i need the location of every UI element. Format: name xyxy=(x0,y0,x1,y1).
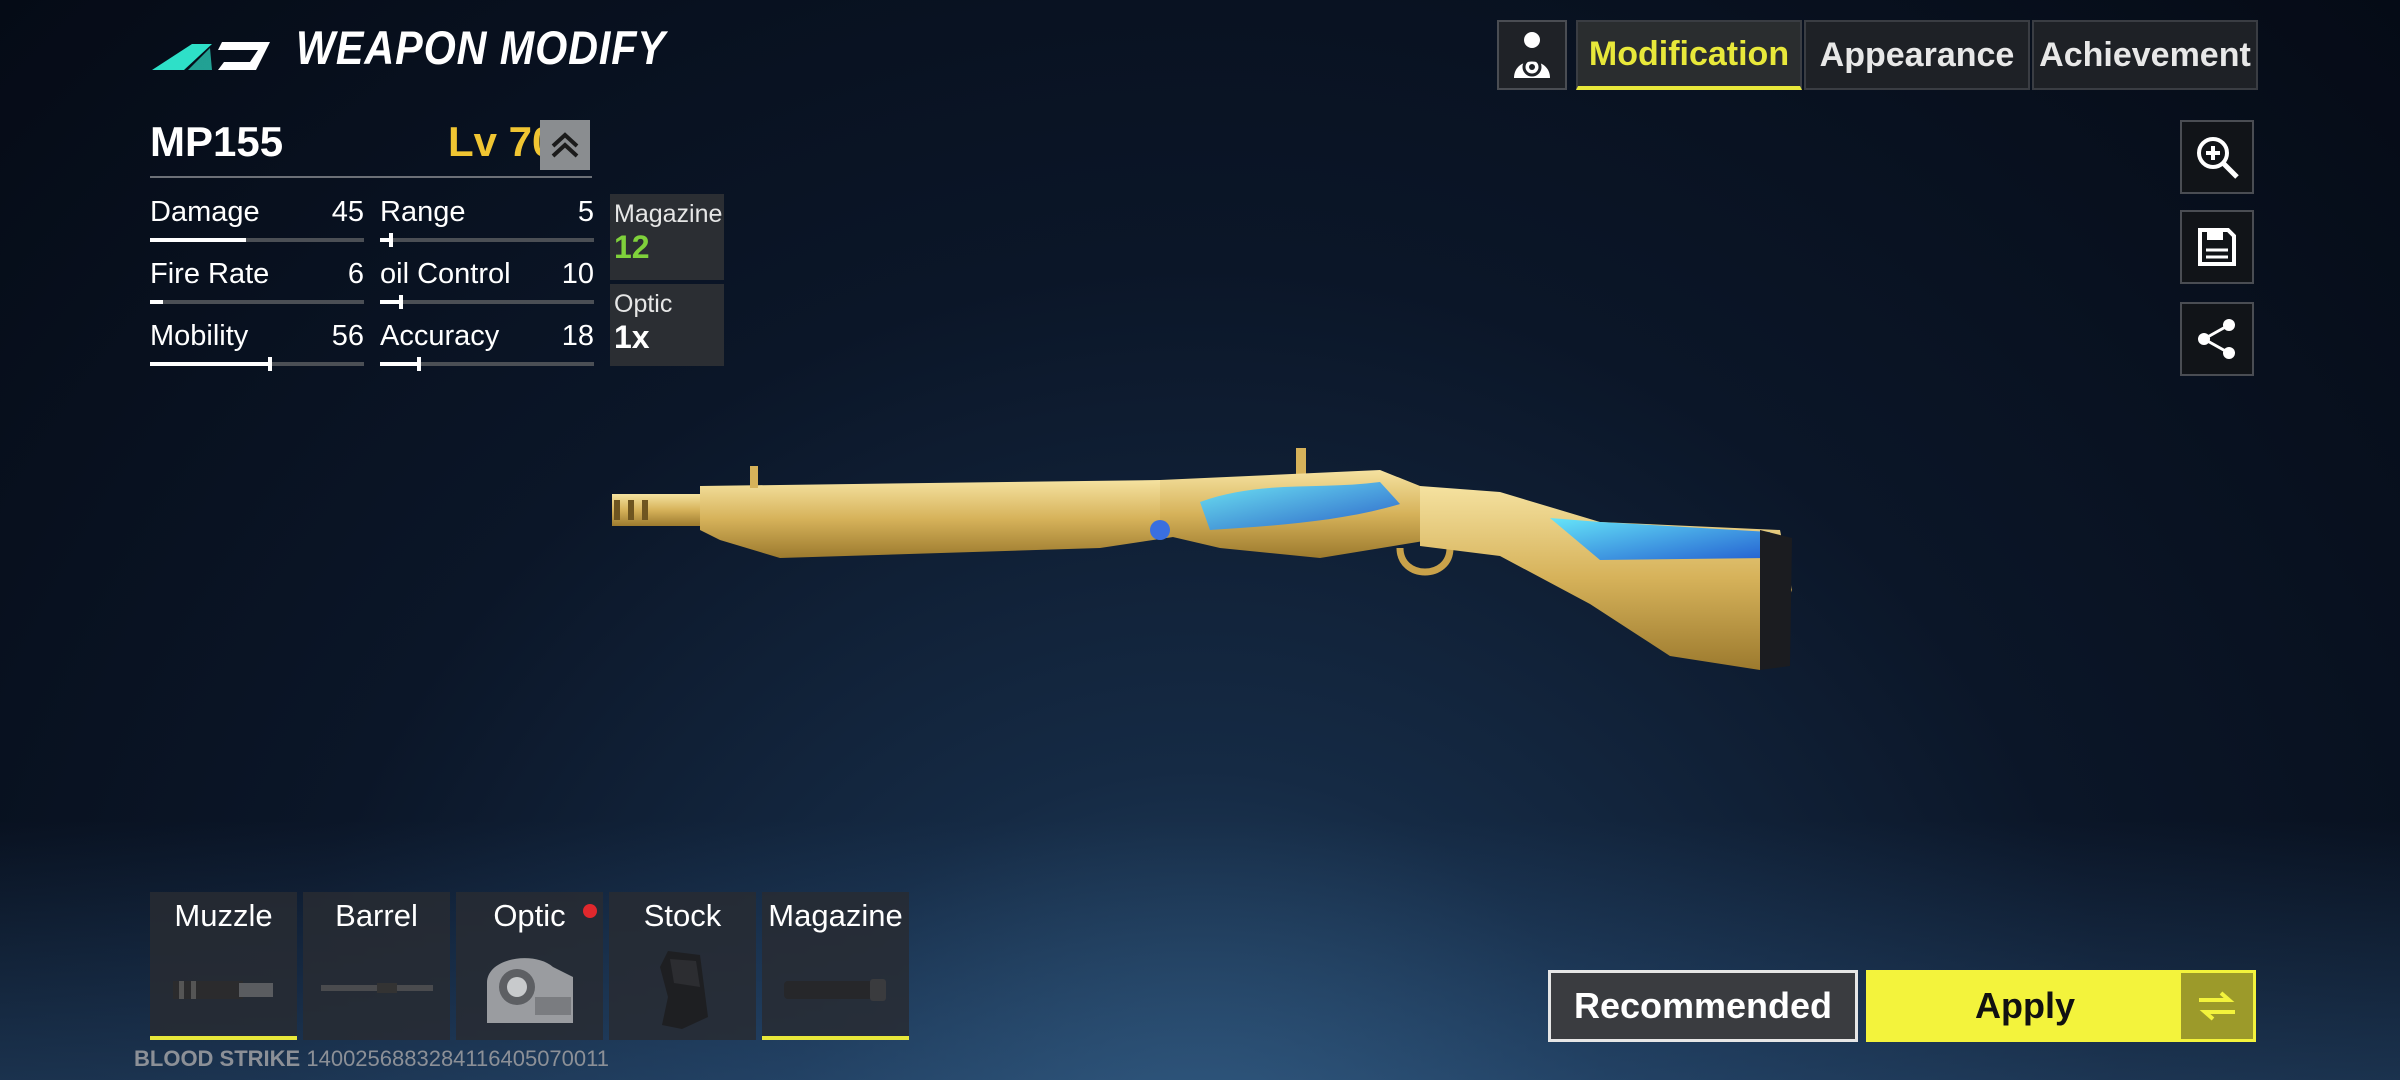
attachment-slot-magazine[interactable]: Magazine xyxy=(762,892,909,1040)
stat-label: Damage xyxy=(150,196,260,228)
magazine-tube-icon xyxy=(772,948,899,1030)
stat-bar xyxy=(150,238,364,242)
apply-label: Apply xyxy=(1974,985,2075,1026)
stat-value: 18 xyxy=(561,320,594,352)
recommended-button[interactable]: Recommended xyxy=(1548,970,1858,1042)
save-button[interactable] xyxy=(2180,210,2254,284)
stat-label: Range xyxy=(380,196,466,228)
zoom-button[interactable] xyxy=(2180,120,2254,194)
optic-info: Optic 1x xyxy=(610,284,724,366)
stat-bar xyxy=(380,357,594,371)
info-label: Magazine xyxy=(614,200,723,228)
stat-value: 6 xyxy=(347,258,364,290)
zoom-in-icon xyxy=(2197,137,2239,179)
game-logo xyxy=(152,42,270,70)
tab-achievement[interactable]: Achievement xyxy=(2032,20,2258,90)
stat-recoil-control: oil Control 10 xyxy=(380,258,594,309)
share-button[interactable] xyxy=(2180,302,2254,376)
swap-button[interactable] xyxy=(2181,973,2253,1039)
stat-mobility: Mobility 56 xyxy=(150,320,364,371)
swap-arrows-icon xyxy=(2199,991,2235,1021)
save-icon xyxy=(2198,228,2236,266)
stat-value: 45 xyxy=(331,196,364,228)
stat-label: oil Control xyxy=(380,258,511,290)
stat-range: Range 5 xyxy=(380,196,594,247)
slot-label: Muzzle xyxy=(174,898,273,933)
slot-label: Magazine xyxy=(768,898,903,933)
stat-label: Fire Rate xyxy=(150,258,270,290)
page-title: WEAPON MODIFY xyxy=(296,21,666,74)
slot-label: Optic xyxy=(493,898,566,933)
info-label: Optic xyxy=(614,290,673,318)
magazine-capacity: 12 xyxy=(614,229,650,265)
stat-value: 5 xyxy=(577,196,594,228)
apply-button[interactable]: Apply xyxy=(1866,970,2256,1042)
slot-label: Barrel xyxy=(335,898,418,933)
muzzle-brake-icon xyxy=(160,948,287,1030)
barrel-icon xyxy=(313,948,440,1030)
stat-accuracy: Accuracy 18 xyxy=(380,320,594,371)
stat-bar xyxy=(380,295,594,309)
attachment-slot-barrel[interactable]: Barrel xyxy=(303,892,450,1040)
tab-appearance[interactable]: Appearance xyxy=(1804,20,2030,90)
stat-bar xyxy=(150,357,364,371)
stat-bar xyxy=(150,300,364,304)
level-up-button[interactable] xyxy=(540,120,590,170)
footer-player-id: BLOOD STRIKE 1400256883284116405070011 xyxy=(134,1046,609,1072)
weapon-name: MP155 xyxy=(150,118,284,165)
optic-zoom: 1x xyxy=(614,319,650,355)
weapon-model xyxy=(612,448,1792,670)
game-name: BLOOD STRIKE xyxy=(134,1046,301,1071)
shooting-range-button[interactable] xyxy=(1497,20,1567,90)
holographic-sight-icon xyxy=(466,948,593,1030)
stat-bar xyxy=(380,233,594,247)
magazine-info: Magazine 12 xyxy=(610,194,724,280)
tab-modification[interactable]: Modification xyxy=(1576,20,1802,90)
stat-label: Accuracy xyxy=(380,320,500,352)
attachment-slot-muzzle[interactable]: Muzzle xyxy=(150,892,297,1040)
stat-damage: Damage 45 xyxy=(150,196,364,246)
tab-bar: Modification Appearance Achievement xyxy=(1576,20,2260,92)
player-id: 1400256883284116405070011 xyxy=(306,1046,609,1071)
share-icon xyxy=(2198,319,2235,359)
divider xyxy=(150,176,592,178)
target-person-icon xyxy=(1514,32,1550,78)
double-chevron-up-icon xyxy=(551,132,579,158)
stat-value: 10 xyxy=(561,258,594,290)
stat-fire-rate: Fire Rate 6 xyxy=(150,258,364,308)
stock-icon xyxy=(619,948,746,1030)
attachment-slot-optic[interactable]: Optic xyxy=(456,892,603,1040)
stat-label: Mobility xyxy=(150,320,249,352)
slot-label: Stock xyxy=(643,898,722,933)
attachment-slot-stock[interactable]: Stock xyxy=(609,892,756,1040)
stat-value: 56 xyxy=(331,320,364,352)
new-alert-badge xyxy=(583,904,597,918)
